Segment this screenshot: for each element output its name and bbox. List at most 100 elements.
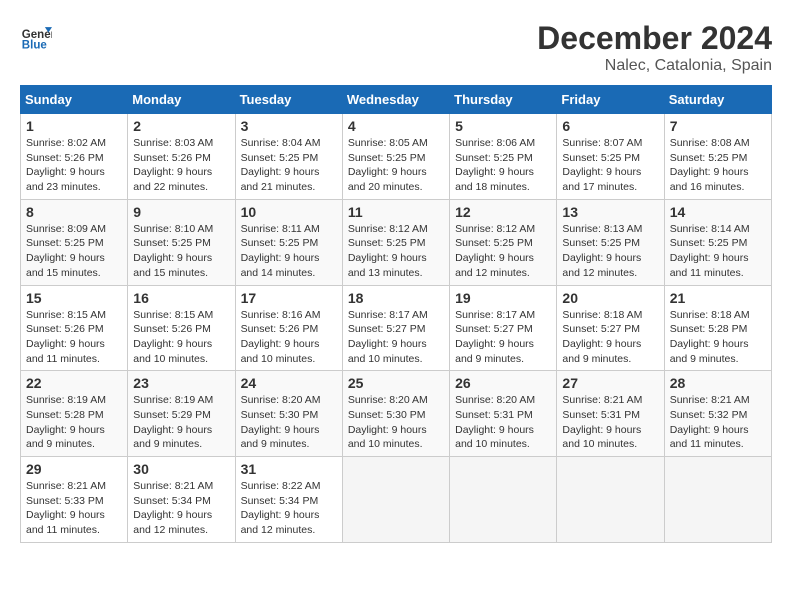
day-number: 18 (348, 290, 444, 306)
day-number: 24 (241, 375, 337, 391)
calendar-cell (664, 457, 771, 543)
calendar-cell: 20 Sunrise: 8:18 AMSunset: 5:27 PMDaylig… (557, 285, 664, 371)
weekday-friday: Friday (557, 86, 664, 114)
week-row-1: 1 Sunrise: 8:02 AMSunset: 5:26 PMDayligh… (21, 114, 772, 200)
calendar-cell: 11 Sunrise: 8:12 AMSunset: 5:25 PMDaylig… (342, 199, 449, 285)
day-info: Sunrise: 8:03 AMSunset: 5:26 PMDaylight:… (133, 136, 229, 195)
weekday-thursday: Thursday (450, 86, 557, 114)
calendar-cell: 18 Sunrise: 8:17 AMSunset: 5:27 PMDaylig… (342, 285, 449, 371)
calendar-cell: 13 Sunrise: 8:13 AMSunset: 5:25 PMDaylig… (557, 199, 664, 285)
day-info: Sunrise: 8:14 AMSunset: 5:25 PMDaylight:… (670, 222, 766, 281)
day-info: Sunrise: 8:15 AMSunset: 5:26 PMDaylight:… (26, 308, 122, 367)
day-info: Sunrise: 8:18 AMSunset: 5:28 PMDaylight:… (670, 308, 766, 367)
calendar-cell: 26 Sunrise: 8:20 AMSunset: 5:31 PMDaylig… (450, 371, 557, 457)
svg-text:Blue: Blue (22, 39, 48, 51)
week-row-4: 22 Sunrise: 8:19 AMSunset: 5:28 PMDaylig… (21, 371, 772, 457)
calendar-cell: 16 Sunrise: 8:15 AMSunset: 5:26 PMDaylig… (128, 285, 235, 371)
day-number: 3 (241, 118, 337, 134)
day-number: 4 (348, 118, 444, 134)
title-block: December 2024 Nalec, Catalonia, Spain (537, 20, 772, 75)
calendar-cell: 30 Sunrise: 8:21 AMSunset: 5:34 PMDaylig… (128, 457, 235, 543)
day-info: Sunrise: 8:20 AMSunset: 5:31 PMDaylight:… (455, 393, 551, 452)
calendar-cell: 4 Sunrise: 8:05 AMSunset: 5:25 PMDayligh… (342, 114, 449, 200)
day-info: Sunrise: 8:16 AMSunset: 5:26 PMDaylight:… (241, 308, 337, 367)
day-info: Sunrise: 8:21 AMSunset: 5:31 PMDaylight:… (562, 393, 658, 452)
day-info: Sunrise: 8:12 AMSunset: 5:25 PMDaylight:… (348, 222, 444, 281)
calendar-cell: 27 Sunrise: 8:21 AMSunset: 5:31 PMDaylig… (557, 371, 664, 457)
day-number: 9 (133, 204, 229, 220)
calendar-cell: 12 Sunrise: 8:12 AMSunset: 5:25 PMDaylig… (450, 199, 557, 285)
weekday-wednesday: Wednesday (342, 86, 449, 114)
calendar-cell: 3 Sunrise: 8:04 AMSunset: 5:25 PMDayligh… (235, 114, 342, 200)
day-number: 10 (241, 204, 337, 220)
weekday-sunday: Sunday (21, 86, 128, 114)
day-number: 28 (670, 375, 766, 391)
calendar-cell: 22 Sunrise: 8:19 AMSunset: 5:28 PMDaylig… (21, 371, 128, 457)
week-row-2: 8 Sunrise: 8:09 AMSunset: 5:25 PMDayligh… (21, 199, 772, 285)
calendar-cell: 23 Sunrise: 8:19 AMSunset: 5:29 PMDaylig… (128, 371, 235, 457)
week-row-3: 15 Sunrise: 8:15 AMSunset: 5:26 PMDaylig… (21, 285, 772, 371)
calendar-cell: 25 Sunrise: 8:20 AMSunset: 5:30 PMDaylig… (342, 371, 449, 457)
day-number: 31 (241, 461, 337, 477)
day-number: 26 (455, 375, 551, 391)
calendar-cell: 28 Sunrise: 8:21 AMSunset: 5:32 PMDaylig… (664, 371, 771, 457)
location: Nalec, Catalonia, Spain (537, 57, 772, 75)
day-info: Sunrise: 8:19 AMSunset: 5:28 PMDaylight:… (26, 393, 122, 452)
day-info: Sunrise: 8:15 AMSunset: 5:26 PMDaylight:… (133, 308, 229, 367)
calendar-cell: 24 Sunrise: 8:20 AMSunset: 5:30 PMDaylig… (235, 371, 342, 457)
day-info: Sunrise: 8:13 AMSunset: 5:25 PMDaylight:… (562, 222, 658, 281)
calendar-cell: 8 Sunrise: 8:09 AMSunset: 5:25 PMDayligh… (21, 199, 128, 285)
calendar-cell: 7 Sunrise: 8:08 AMSunset: 5:25 PMDayligh… (664, 114, 771, 200)
day-number: 30 (133, 461, 229, 477)
day-info: Sunrise: 8:22 AMSunset: 5:34 PMDaylight:… (241, 479, 337, 538)
day-number: 7 (670, 118, 766, 134)
day-info: Sunrise: 8:12 AMSunset: 5:25 PMDaylight:… (455, 222, 551, 281)
day-info: Sunrise: 8:10 AMSunset: 5:25 PMDaylight:… (133, 222, 229, 281)
calendar-cell: 6 Sunrise: 8:07 AMSunset: 5:25 PMDayligh… (557, 114, 664, 200)
day-info: Sunrise: 8:20 AMSunset: 5:30 PMDaylight:… (348, 393, 444, 452)
calendar-cell: 31 Sunrise: 8:22 AMSunset: 5:34 PMDaylig… (235, 457, 342, 543)
calendar-cell: 14 Sunrise: 8:14 AMSunset: 5:25 PMDaylig… (664, 199, 771, 285)
day-number: 8 (26, 204, 122, 220)
day-number: 21 (670, 290, 766, 306)
day-number: 1 (26, 118, 122, 134)
logo-icon: General Blue (20, 20, 52, 52)
calendar-cell (557, 457, 664, 543)
day-info: Sunrise: 8:21 AMSunset: 5:32 PMDaylight:… (670, 393, 766, 452)
day-number: 13 (562, 204, 658, 220)
calendar-cell: 15 Sunrise: 8:15 AMSunset: 5:26 PMDaylig… (21, 285, 128, 371)
day-number: 6 (562, 118, 658, 134)
day-info: Sunrise: 8:05 AMSunset: 5:25 PMDaylight:… (348, 136, 444, 195)
calendar-cell: 29 Sunrise: 8:21 AMSunset: 5:33 PMDaylig… (21, 457, 128, 543)
day-info: Sunrise: 8:17 AMSunset: 5:27 PMDaylight:… (455, 308, 551, 367)
day-info: Sunrise: 8:11 AMSunset: 5:25 PMDaylight:… (241, 222, 337, 281)
day-number: 23 (133, 375, 229, 391)
calendar-cell: 21 Sunrise: 8:18 AMSunset: 5:28 PMDaylig… (664, 285, 771, 371)
day-info: Sunrise: 8:20 AMSunset: 5:30 PMDaylight:… (241, 393, 337, 452)
day-info: Sunrise: 8:18 AMSunset: 5:27 PMDaylight:… (562, 308, 658, 367)
day-number: 12 (455, 204, 551, 220)
day-number: 17 (241, 290, 337, 306)
calendar-body: 1 Sunrise: 8:02 AMSunset: 5:26 PMDayligh… (21, 114, 772, 543)
week-row-5: 29 Sunrise: 8:21 AMSunset: 5:33 PMDaylig… (21, 457, 772, 543)
day-info: Sunrise: 8:04 AMSunset: 5:25 PMDaylight:… (241, 136, 337, 195)
calendar-table: SundayMondayTuesdayWednesdayThursdayFrid… (20, 85, 772, 543)
day-number: 29 (26, 461, 122, 477)
day-number: 14 (670, 204, 766, 220)
day-info: Sunrise: 8:09 AMSunset: 5:25 PMDaylight:… (26, 222, 122, 281)
month-title: December 2024 (537, 20, 772, 57)
day-number: 5 (455, 118, 551, 134)
day-number: 22 (26, 375, 122, 391)
weekday-header-row: SundayMondayTuesdayWednesdayThursdayFrid… (21, 86, 772, 114)
page-header: General Blue December 2024 Nalec, Catalo… (20, 20, 772, 75)
day-number: 19 (455, 290, 551, 306)
calendar-cell: 17 Sunrise: 8:16 AMSunset: 5:26 PMDaylig… (235, 285, 342, 371)
day-info: Sunrise: 8:21 AMSunset: 5:34 PMDaylight:… (133, 479, 229, 538)
logo: General Blue (20, 20, 52, 52)
day-info: Sunrise: 8:08 AMSunset: 5:25 PMDaylight:… (670, 136, 766, 195)
day-number: 20 (562, 290, 658, 306)
calendar-cell: 9 Sunrise: 8:10 AMSunset: 5:25 PMDayligh… (128, 199, 235, 285)
calendar-cell: 10 Sunrise: 8:11 AMSunset: 5:25 PMDaylig… (235, 199, 342, 285)
day-number: 25 (348, 375, 444, 391)
day-info: Sunrise: 8:19 AMSunset: 5:29 PMDaylight:… (133, 393, 229, 452)
